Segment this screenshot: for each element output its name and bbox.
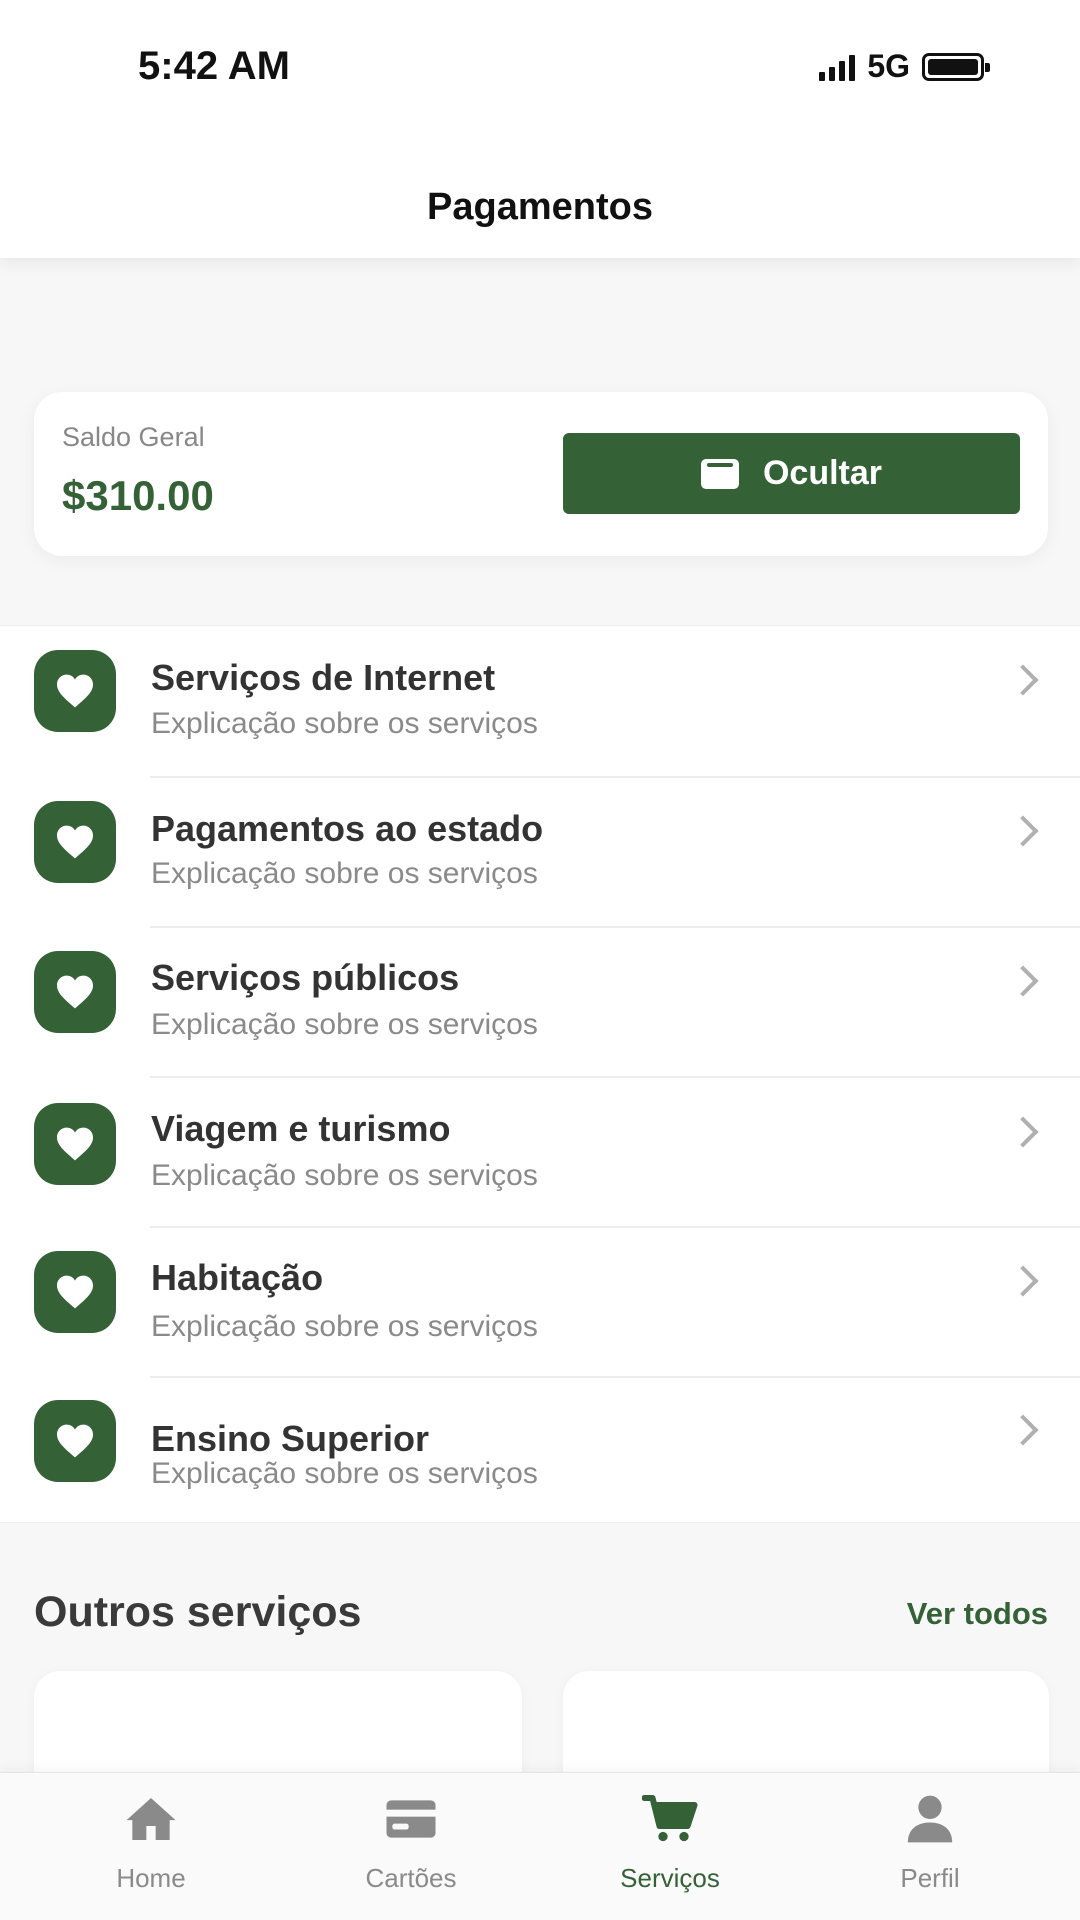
nav-item-profile[interactable]: Perfil [830,1773,1030,1920]
list-item-subtitle: Explicação sobre os serviços [151,1457,538,1490]
hide-balance-button[interactable]: Ocultar [563,433,1020,514]
balance-value: $310.00 [62,472,214,519]
list-item-state-payments[interactable]: Pagamentos ao estado Explicação sobre os… [0,776,1080,926]
list-item-title: Habitação [151,1257,324,1298]
balance-card: Saldo Geral $310.00 Ocultar [34,392,1048,556]
nav-label: Serviços [620,1863,720,1893]
divider [150,776,1080,778]
divider [150,1226,1080,1228]
heart-icon [34,1103,116,1185]
list-item-subtitle: Explicação sobre os serviços [151,1310,538,1343]
chevron-right-icon [1007,1414,1039,1446]
other-services-title: Outros serviços [34,1588,362,1636]
divider [150,926,1080,928]
heart-icon [34,650,116,732]
list-item-title: Serviços públicos [151,957,460,998]
list-item-public-services[interactable]: Serviços públicos Explicação sobre os se… [0,926,1080,1076]
divider [150,1376,1080,1378]
nav-item-services[interactable]: Serviços [570,1773,770,1920]
status-indicators: 5G [819,48,990,85]
nav-label: Home [116,1863,186,1893]
nav-label: Perfil [900,1863,960,1893]
heart-icon [34,801,116,883]
divider [150,1076,1080,1078]
chevron-right-icon [1007,1265,1039,1297]
nav-item-home[interactable]: Home [51,1773,251,1920]
heart-icon [34,1251,116,1333]
list-item-subtitle: Explicação sobre os serviços [151,707,538,740]
list-item-title: Viagem e turismo [151,1108,451,1149]
status-time: 5:42 AM [138,44,290,88]
list-item-higher-education[interactable]: Ensino Superior Explicação sobre os serv… [0,1376,1080,1526]
list-item-subtitle: Explicação sobre os serviços [151,1008,538,1041]
wallet-icon [700,458,739,489]
list-item-housing[interactable]: Habitação Explicação sobre os serviços [0,1226,1080,1376]
card-icon [386,1800,436,1838]
list-item-title: Serviços de Internet [151,657,496,698]
signal-icon [819,53,856,81]
battery-icon [922,52,990,81]
list-item-subtitle: Explicação sobre os serviços [151,1159,538,1192]
list-item-title: Pagamentos ao estado [151,808,544,849]
page-title: Pagamentos [427,186,653,228]
chevron-right-icon [1007,664,1039,696]
user-icon [907,1795,953,1843]
balance-label: Saldo Geral [62,422,205,452]
list-item-travel-tourism[interactable]: Viagem e turismo Explicação sobre os ser… [0,1076,1080,1226]
heart-icon [34,951,116,1033]
chevron-right-icon [1007,815,1039,847]
cart-icon [642,1794,698,1842]
nav-item-cards[interactable]: Cartões [311,1773,511,1920]
network-type: 5G [867,48,910,84]
list-item-subtitle: Explicação sobre os serviços [151,857,538,890]
list-item-title: Ensino Superior [151,1418,430,1459]
home-icon [126,1798,176,1840]
bottom-nav: Home Cartões Serviços Perfil [0,1772,1080,1920]
chevron-right-icon [1007,965,1039,997]
list-item-internet-services[interactable]: Serviços de Internet Explicação sobre os… [0,626,1080,776]
heart-icon [34,1400,116,1482]
hide-balance-label: Ocultar [762,454,883,492]
chevron-right-icon [1007,1116,1039,1148]
services-list: Serviços de Internet Explicação sobre os… [0,625,1080,1523]
see-all-link[interactable]: Ver todos [907,1596,1048,1632]
header: 5:42 AM 5G Pagamentos [0,0,1080,258]
payments-screen: 5:42 AM 5G Pagamentos Saldo Geral $310.0… [0,0,1080,1920]
nav-label: Cartões [365,1863,457,1893]
